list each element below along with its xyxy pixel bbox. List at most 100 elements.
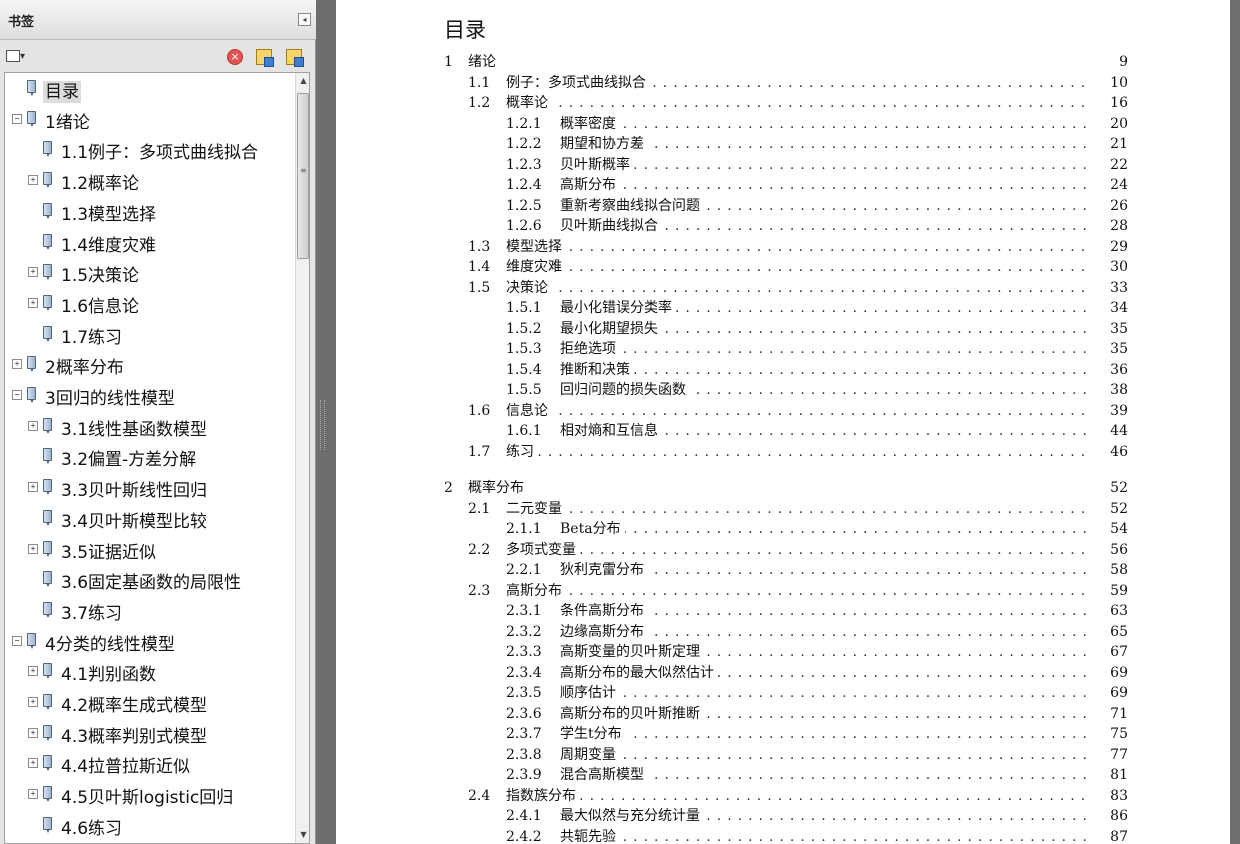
collapse-panel-button[interactable]: ◂	[298, 13, 311, 26]
toc-entry[interactable]: 2.3.6...................................…	[336, 703, 1230, 724]
toc-entry[interactable]: 2.4.2...................................…	[336, 826, 1230, 844]
scroll-up-arrow-icon[interactable]: ▲	[296, 73, 309, 89]
new-bookmark-icon[interactable]	[256, 49, 274, 67]
bookmark-item[interactable]: +4.4拉普拉斯近似	[5, 752, 291, 778]
bookmark-item[interactable]: − 1绪论	[5, 108, 291, 134]
expand-toggle-icon[interactable]: +	[28, 727, 38, 738]
toc-entry[interactable]: 2.1.1...................................…	[336, 519, 1230, 539]
collapse-toggle-icon[interactable]: −	[12, 113, 22, 124]
options-menu-button[interactable]: ▾	[6, 50, 32, 64]
toc-entry[interactable]: 1.2.1...................................…	[336, 113, 1230, 134]
bookmark-scrollbar[interactable]: ▲ ≡ ▼	[295, 73, 309, 843]
collapse-toggle-icon[interactable]: −	[12, 635, 22, 646]
expand-toggle-icon[interactable]: +	[28, 482, 38, 493]
bookmark-item[interactable]: − 4分类的线性模型	[5, 630, 291, 656]
bookmark-item[interactable]: +3.3贝叶斯线性回归	[5, 476, 291, 502]
bookmark-item[interactable]: +3.1线性基函数模型	[5, 415, 291, 441]
expand-toggle-icon[interactable]: +	[28, 267, 38, 278]
expand-toggle-icon[interactable]: +	[28, 420, 38, 431]
expand-toggle-icon[interactable]: +	[28, 666, 38, 677]
toc-entry[interactable]: 2.3.5...................................…	[336, 683, 1230, 703]
delete-bookmark-icon[interactable]: ×	[227, 49, 243, 65]
bookmark-item[interactable]: +4.3概率判别式模型	[5, 722, 291, 748]
toc-entry[interactable]: 1.2.4...................................…	[336, 175, 1230, 195]
toc-entry[interactable]: 1.5.3...................................…	[336, 339, 1230, 359]
scroll-down-arrow-icon[interactable]: ▼	[296, 827, 309, 843]
bookmark-item[interactable]: 1.1例子：多项式曲线拟合	[5, 138, 291, 164]
bookmark-icon	[27, 80, 36, 96]
bookmark-item[interactable]: +1.6信息论	[5, 292, 291, 318]
toc-entry[interactable]: 1.6.1...................................…	[336, 421, 1230, 441]
expand-toggle-icon[interactable]: +	[28, 697, 38, 707]
toc-page-number: 46	[1088, 441, 1128, 462]
expand-toggle-icon[interactable]: +	[28, 758, 38, 769]
toc-entry[interactable]: 2.3.8...................................…	[336, 744, 1230, 765]
toc-entry[interactable]: 2.3.4...................................…	[336, 662, 1230, 683]
toc-entry[interactable]: 1 绪论 9	[336, 52, 1230, 72]
bookmark-item[interactable]: 1.7练习	[5, 323, 291, 349]
expand-toggle-icon[interactable]: +	[28, 543, 38, 554]
bookmark-item[interactable]: − 3回归的线性模型	[5, 384, 291, 410]
bookmark-item[interactable]: 3.7练习	[5, 599, 291, 625]
toc-title: 高斯变量的贝叶斯定理	[560, 642, 704, 662]
toc-entry[interactable]: 1.4.....................................…	[336, 257, 1230, 277]
toc-entry[interactable]: 2.3.....................................…	[336, 580, 1230, 601]
toc-entry[interactable]: 1.2.2...................................…	[336, 134, 1230, 154]
expand-toggle-icon[interactable]: +	[28, 297, 38, 308]
toc-entry[interactable]: 2.3.3...................................…	[336, 642, 1230, 662]
toc-entry[interactable]: 1.1.....................................…	[336, 72, 1230, 93]
bookmark-item[interactable]: 1.4维度灾难	[5, 231, 291, 257]
toc-number: 1.7	[468, 443, 491, 460]
toc-entry[interactable]: 2 概率分布 52	[336, 478, 1230, 498]
expand-toggle-icon[interactable]: +	[28, 175, 38, 186]
bookmark-item[interactable]: +4.2概率生成式模型	[5, 691, 291, 717]
toc-entry[interactable]: 2.2.1...................................…	[336, 560, 1230, 580]
collapse-toggle-icon[interactable]: −	[12, 390, 22, 400]
bookmark-item[interactable]: +2概率分布	[5, 353, 291, 379]
toc-entry[interactable]: 1.5.4...................................…	[336, 359, 1230, 380]
bookmark-item[interactable]: +4.1判别函数	[5, 660, 291, 686]
toc-entry[interactable]: 2.1.....................................…	[336, 498, 1230, 519]
bookmark-item[interactable]: +1.2概率论	[5, 169, 291, 195]
bookmark-label: 1绪论	[45, 112, 90, 133]
toc-title: 共轭先验	[560, 826, 620, 844]
toc-entry[interactable]: 2.2.....................................…	[336, 539, 1230, 560]
toc-title: 信息论	[506, 400, 552, 421]
scroll-thumb[interactable]: ≡	[297, 93, 309, 259]
bookmark-label: 2概率分布	[45, 358, 124, 379]
toc-entry[interactable]: 1.2.3...................................…	[336, 154, 1230, 175]
toc-entry[interactable]: 2.3.7...................................…	[336, 724, 1230, 744]
bookmark-item[interactable]: 目录	[5, 77, 291, 103]
toc-title: 概率密度	[560, 113, 620, 134]
toc-entry[interactable]: 1.2.6...................................…	[336, 216, 1230, 236]
toc-entry[interactable]: 1.7.....................................…	[336, 441, 1230, 462]
toc-leader-dots: ........................................…	[506, 582, 1102, 599]
toc-entry[interactable]: 1.6.....................................…	[336, 400, 1230, 421]
expand-toggle-icon[interactable]: +	[12, 359, 22, 370]
toc-entry[interactable]: 2.4.1...................................…	[336, 806, 1230, 826]
toc-entry[interactable]: 2.4.....................................…	[336, 785, 1230, 806]
toc-entry[interactable]: 2.3.9...................................…	[336, 765, 1230, 785]
expand-bookmark-icon[interactable]	[286, 49, 304, 67]
toc-entry[interactable]: 1.2.5...................................…	[336, 195, 1230, 216]
bookmark-item[interactable]: 3.4贝叶斯模型比较	[5, 507, 291, 533]
toc-entry[interactable]: 1.3.....................................…	[336, 236, 1230, 257]
bookmark-item[interactable]: 3.2偏置-方差分解	[5, 445, 291, 471]
bookmark-item[interactable]: +1.5决策论	[5, 261, 291, 287]
toc-entry[interactable]: 1.5.5...................................…	[336, 380, 1230, 400]
bookmark-item[interactable]: +3.5证据近似	[5, 538, 291, 564]
toc-entry[interactable]: 1.2.....................................…	[336, 93, 1230, 113]
bookmark-item[interactable]: +4.5贝叶斯logistic回归	[5, 783, 291, 809]
toc-entry[interactable]: 1.5.1...................................…	[336, 298, 1230, 318]
toc-entry[interactable]: 1.5.2...................................…	[336, 318, 1230, 339]
toc-entry[interactable]: 2.3.2...................................…	[336, 621, 1230, 642]
toc-entry[interactable]: 2.3.1...................................…	[336, 601, 1230, 621]
panel-splitter[interactable]	[316, 0, 336, 844]
bookmark-label: 3.5证据近似	[61, 542, 157, 563]
toc-entry[interactable]: 1.5.....................................…	[336, 277, 1230, 298]
expand-toggle-icon[interactable]: +	[28, 789, 38, 800]
toc-page-number: 24	[1088, 175, 1128, 195]
bookmark-item[interactable]: 3.6固定基函数的局限性	[5, 568, 291, 594]
bookmark-item[interactable]: 4.6练习	[5, 814, 291, 840]
bookmark-item[interactable]: 1.3模型选择	[5, 200, 291, 226]
